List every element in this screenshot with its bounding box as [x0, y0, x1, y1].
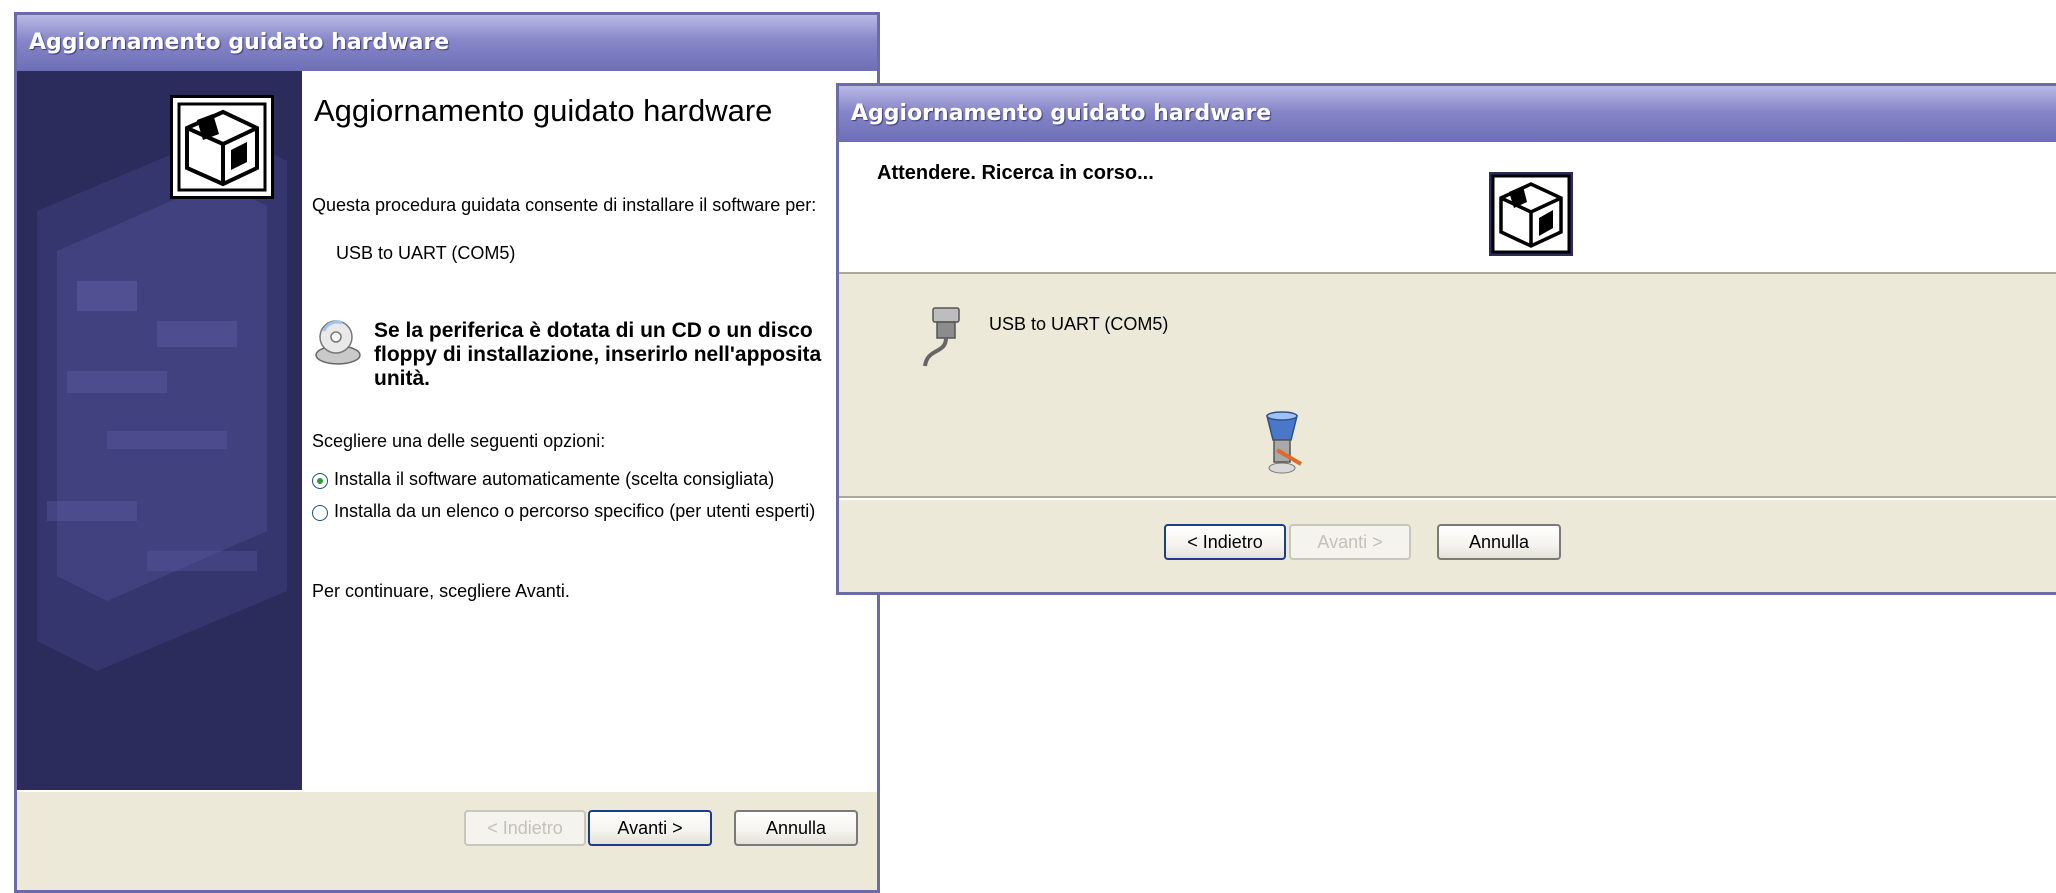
wizard-header: Attendere. Ricerca in corso... [839, 142, 2056, 274]
device-name: USB to UART (COM5) [989, 314, 1169, 334]
next-button[interactable]: Avanti > [588, 810, 712, 846]
search-flashlight-icon [1257, 410, 1307, 476]
cd-disk-icon [312, 317, 364, 369]
cd-notice-line-1: Se la periferica è dotata di un CD o un … [374, 319, 813, 342]
cancel-button[interactable]: Annulla [734, 810, 858, 846]
cd-notice-line-2: floppy di installazione, inserirlo nell'… [374, 343, 822, 366]
choose-prompt: Scegliere una delle seguenti opzioni: [312, 431, 606, 451]
wizard-window-main: Aggiornamento guidato hardware Aggiornam… [14, 12, 880, 893]
wizard-footer: < Indietro Avanti > Annulla [17, 790, 877, 890]
cancel-button[interactable]: Annulla [1437, 524, 1561, 560]
cd-notice-line-3: unità. [374, 367, 430, 390]
intro-text: Questa procedura guidata consente di ins… [312, 195, 817, 215]
option-auto-label[interactable]: Installa il software automaticamente (sc… [334, 469, 774, 490]
wizard-body: USB to UART (COM5) [839, 274, 2056, 500]
option-manual-label[interactable]: Installa da un elenco o percorso specifi… [334, 501, 815, 522]
device-name: USB to UART (COM5) [336, 243, 516, 263]
continue-hint: Per continuare, scegliere Avanti. [312, 581, 570, 601]
wizard-banner [17, 71, 302, 792]
hardware-wizard-icon [170, 95, 274, 199]
wizard-content: Aggiornamento guidato hardware Questa pr… [302, 71, 877, 792]
radio-manual[interactable] [312, 505, 328, 521]
wizard-footer: < Indietro Avanti > Annulla [839, 498, 2056, 592]
back-button[interactable]: < Indietro [464, 810, 586, 846]
radio-auto[interactable] [312, 473, 328, 489]
search-status: Attendere. Ricerca in corso... [877, 162, 1154, 184]
window-titlebar[interactable]: Aggiornamento guidato hardware [839, 86, 2056, 142]
back-button[interactable]: < Indietro [1164, 524, 1286, 560]
usb-cable-icon [919, 304, 967, 374]
window-titlebar[interactable]: Aggiornamento guidato hardware [17, 15, 877, 71]
wizard-heading: Aggiornamento guidato hardware [314, 93, 773, 128]
cd-notice: Se la periferica è dotata di un CD o un … [374, 319, 821, 391]
hardware-wizard-icon [1489, 172, 1573, 256]
next-button[interactable]: Avanti > [1289, 524, 1411, 560]
wizard-window-search: Aggiornamento guidato hardware Attendere… [836, 83, 2056, 595]
